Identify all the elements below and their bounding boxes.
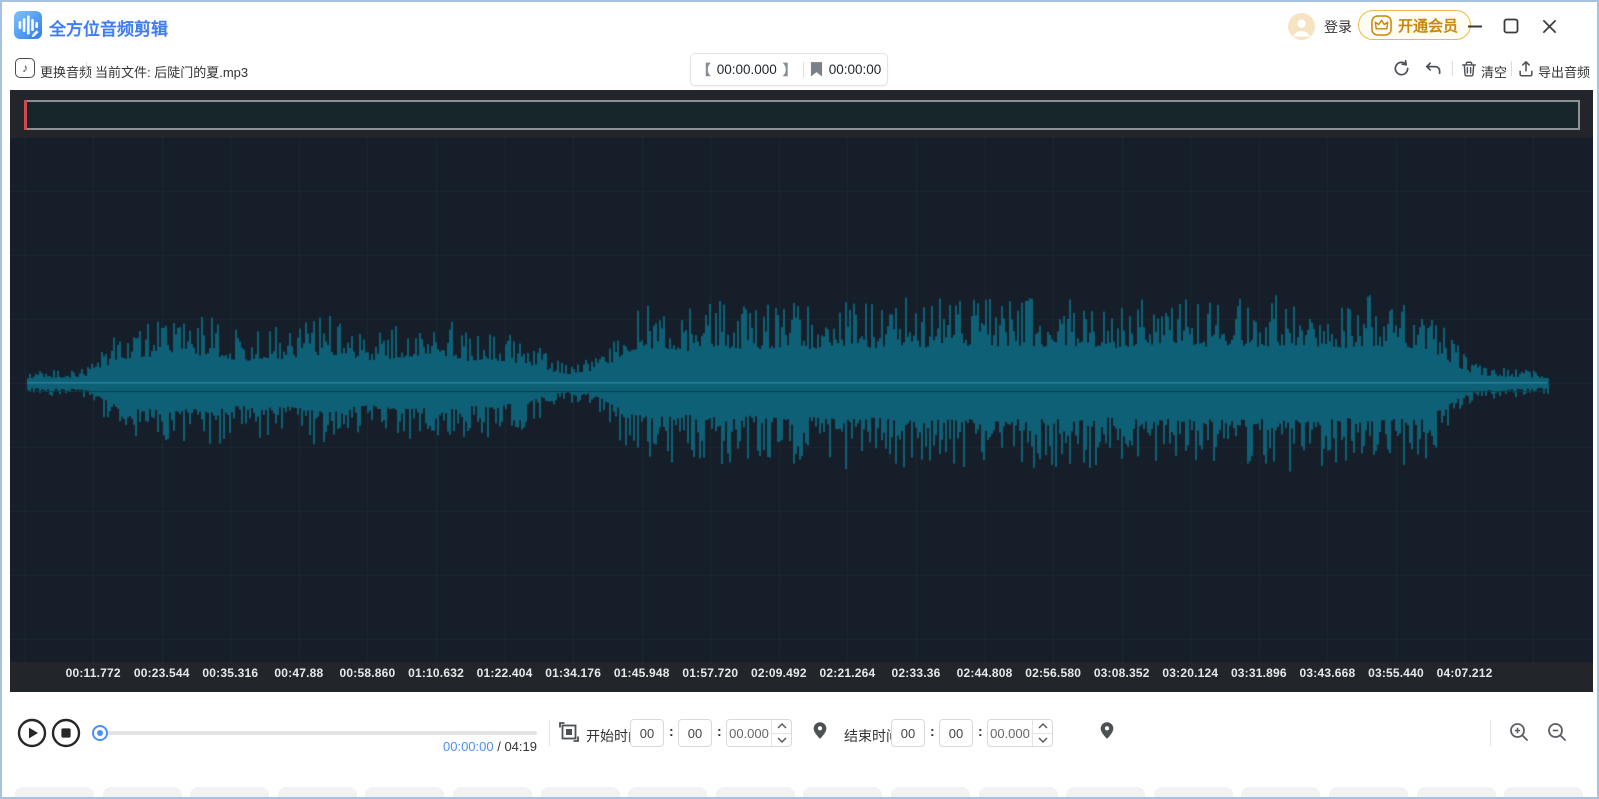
export-icon[interactable] [1517, 60, 1535, 83]
stepper-up-icon[interactable] [772, 720, 791, 734]
total-time: 04:19 [504, 739, 537, 754]
end-marker-pin-icon[interactable] [1099, 721, 1115, 745]
start-ms-stepper [771, 720, 791, 746]
current-file-label: 当前文件: 后陡门的夏.mp3 [95, 62, 248, 81]
vip-label: 开通会员 [1398, 15, 1458, 36]
stepper-down-icon[interactable] [772, 734, 791, 747]
toolbar: ♪ 更换音频 当前文件: 后陡门的夏.mp3 【 00:00.000 】 00:… [2, 48, 1597, 90]
app-logo-icon [14, 11, 42, 44]
end-hh-input[interactable] [891, 719, 925, 747]
waveform-minimap[interactable] [24, 100, 1580, 130]
waveform-panel: 00:11.77200:23.54400:35.31600:47.8800:58… [10, 90, 1593, 692]
preset-card[interactable] [1504, 787, 1583, 799]
seek-slider-thumb[interactable] [92, 725, 108, 741]
preset-card[interactable] [1241, 787, 1320, 799]
current-time: 00:00:00 [443, 739, 494, 754]
app-title: 全方位音频剪辑 [49, 15, 168, 40]
bookmark-time: 00:00:00 [829, 62, 882, 77]
start-ms-input[interactable] [727, 720, 771, 746]
toolbar-divider [1452, 61, 1453, 76]
vip-button[interactable]: 开通会员 [1358, 10, 1471, 40]
start-ms-group [726, 719, 792, 747]
maximize-button[interactable] [1501, 16, 1521, 36]
end-mm-input[interactable] [939, 719, 973, 747]
colon: : [717, 723, 722, 739]
preset-card[interactable] [453, 787, 532, 799]
play-button[interactable] [17, 718, 47, 753]
preset-card[interactable] [365, 787, 444, 799]
colon: : [978, 723, 983, 739]
preset-card[interactable] [1417, 787, 1496, 799]
axis-tick-label: 04:07.212 [1420, 666, 1510, 680]
end-ms-group [987, 719, 1053, 747]
selection-time-box: 【 00:00.000 】 00:00:00 [690, 53, 888, 86]
minimize-button[interactable] [1465, 16, 1485, 36]
preset-card[interactable] [891, 787, 970, 799]
close-bracket-icon: 】 [783, 60, 797, 80]
preset-card[interactable] [541, 787, 620, 799]
toolbar-divider [1511, 61, 1512, 76]
end-ms-stepper [1032, 720, 1052, 746]
zoom-out-icon[interactable] [1546, 721, 1568, 748]
end-ms-input[interactable] [988, 720, 1032, 746]
app-window: 全方位音频剪辑 登录 开通会员 [0, 0, 1599, 799]
transport-time: 00:00:00 / 04:19 [372, 739, 537, 754]
stop-button[interactable] [51, 718, 81, 753]
preset-card[interactable] [1066, 787, 1145, 799]
start-marker-pin-icon[interactable] [812, 721, 828, 745]
preset-card[interactable] [628, 787, 707, 799]
waveform-canvas[interactable] [10, 138, 1593, 662]
preset-card[interactable] [190, 787, 269, 799]
colon: : [669, 723, 674, 739]
avatar[interactable] [1288, 13, 1315, 45]
time-box-divider [803, 62, 804, 78]
open-bracket-icon: 【 [697, 60, 711, 80]
login-button[interactable]: 登录 [1324, 17, 1352, 37]
minimap-playhead[interactable] [24, 100, 27, 130]
crown-icon [1371, 15, 1392, 36]
preset-card-row [2, 787, 1597, 799]
music-note-icon: ♪ [15, 58, 35, 78]
preset-card[interactable] [979, 787, 1058, 799]
close-button[interactable] [1539, 16, 1559, 36]
preset-card[interactable] [15, 787, 94, 799]
preset-card[interactable] [1329, 787, 1408, 799]
time-axis: 00:11.77200:23.54400:35.31600:47.8800:58… [10, 662, 1593, 692]
undo-icon[interactable] [1423, 59, 1442, 83]
clear-button[interactable]: 清空 [1481, 62, 1507, 81]
bottom-divider [1490, 720, 1491, 746]
seek-slider-track[interactable] [94, 731, 537, 735]
bookmark-icon [810, 62, 823, 77]
bottom-divider [549, 720, 550, 746]
change-audio-button[interactable]: 更换音频 [40, 62, 92, 81]
preset-card[interactable] [103, 787, 182, 799]
export-audio-button[interactable]: 导出音频 [1538, 62, 1590, 81]
preset-card[interactable] [1154, 787, 1233, 799]
zoom-in-icon[interactable] [1508, 721, 1530, 748]
preset-card[interactable] [716, 787, 795, 799]
crop-selection-icon[interactable] [558, 721, 580, 748]
selection-time: 00:00.000 [717, 62, 777, 77]
toolbar-divider [86, 62, 87, 76]
preset-card[interactable] [803, 787, 882, 799]
stepper-down-icon[interactable] [1033, 734, 1052, 747]
reset-icon[interactable] [1392, 59, 1411, 83]
preset-card[interactable] [278, 787, 357, 799]
transport-bar: 00:00:00 / 04:19 开始时间 : : [2, 692, 1597, 799]
start-mm-input[interactable] [678, 719, 712, 747]
time-divider: / [494, 739, 505, 754]
trash-icon[interactable] [1460, 60, 1478, 83]
colon: : [930, 723, 935, 739]
stepper-up-icon[interactable] [1033, 720, 1052, 734]
start-hh-input[interactable] [630, 719, 664, 747]
titlebar: 全方位音频剪辑 登录 开通会员 [2, 2, 1597, 48]
